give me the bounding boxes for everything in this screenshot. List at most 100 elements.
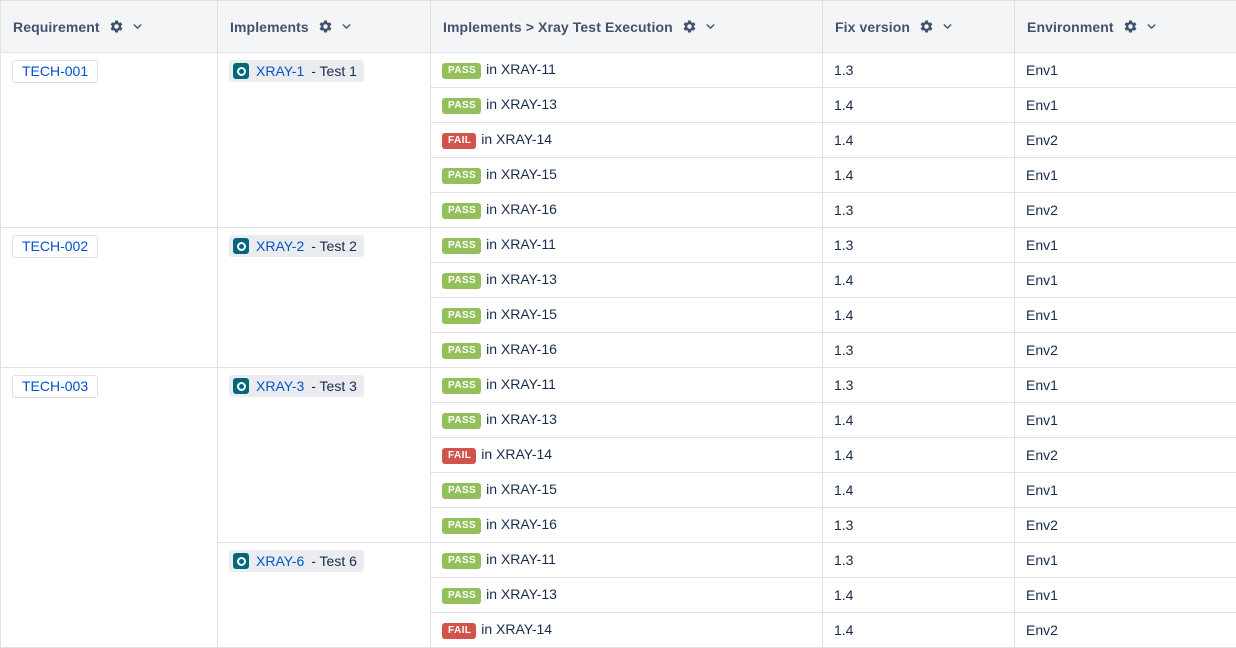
- column-label: Implements > Xray Test Execution: [443, 19, 673, 35]
- status-badge: FAIL: [442, 623, 476, 639]
- fix-version-cell: 1.3: [823, 543, 1015, 578]
- environment-cell: Env2: [1015, 123, 1236, 158]
- column-label: Implements: [230, 19, 309, 35]
- requirement-cell: TECH-001: [1, 53, 218, 228]
- test-name: - Test 3: [311, 378, 357, 394]
- environment-cell: Env1: [1015, 88, 1236, 123]
- fix-version-cell: 1.4: [823, 403, 1015, 438]
- execution-label: in XRAY-15: [486, 166, 557, 182]
- fix-version-cell: 1.4: [823, 158, 1015, 193]
- environment-cell: Env2: [1015, 193, 1236, 228]
- fix-version-cell: 1.3: [823, 53, 1015, 88]
- implements-cell: XRAY-3 - Test 3: [218, 368, 431, 543]
- test-name: - Test 1: [311, 63, 357, 79]
- test-execution-cell: PASSin XRAY-16: [431, 508, 823, 543]
- chevron-down-icon[interactable]: [943, 20, 954, 33]
- test-execution-cell: PASS in XRAY-13: [431, 578, 823, 613]
- column-label: Environment: [1027, 19, 1114, 35]
- fix-version-cell: 1.3: [823, 228, 1015, 263]
- implements-cell: XRAY-2 - Test 2: [218, 228, 431, 368]
- column-label: Fix version: [835, 19, 910, 35]
- requirement-key-link[interactable]: TECH-001: [12, 60, 98, 83]
- execution-label: in XRAY-13: [486, 271, 557, 287]
- status-badge: PASS: [442, 378, 481, 394]
- status-badge: PASS: [442, 518, 481, 534]
- test-execution-cell: PASSin XRAY-16: [431, 193, 823, 228]
- table-row: TECH-002XRAY-2 - Test 2PASSin XRAY-111.3…: [1, 228, 1236, 263]
- test-key-link[interactable]: XRAY-6: [256, 553, 304, 569]
- environment-cell: Env1: [1015, 158, 1236, 193]
- fix-version-cell: 1.4: [823, 473, 1015, 508]
- fix-version-cell: 1.3: [823, 333, 1015, 368]
- test-execution-cell: FAILin XRAY-14: [431, 438, 823, 473]
- status-badge: PASS: [442, 553, 481, 569]
- execution-label: in XRAY-11: [486, 376, 556, 392]
- status-badge: PASS: [442, 588, 481, 604]
- xray-test-icon: [233, 378, 249, 394]
- column-header-environment: Environment: [1015, 1, 1236, 53]
- requirement-cell: TECH-003: [1, 368, 218, 648]
- requirement-key-link[interactable]: TECH-002: [12, 235, 98, 258]
- table-row: TECH-001 XRAY-1 - Test 1 PASS in XRAY-11 1.3…: [1, 53, 1236, 88]
- environment-cell: Env1: [1015, 298, 1236, 333]
- environment-cell: Env1: [1015, 403, 1236, 438]
- environment-cell: Env1: [1015, 578, 1236, 613]
- column-label: Requirement: [13, 19, 100, 35]
- execution-label: in XRAY-15: [486, 306, 557, 322]
- gear-icon[interactable]: [318, 19, 333, 34]
- test-key-link[interactable]: XRAY-1: [256, 63, 304, 79]
- test-execution-cell: PASSin XRAY-13: [431, 403, 823, 438]
- test-execution-cell: PASSin XRAY-11: [431, 543, 823, 578]
- fix-version-cell: 1.3: [823, 193, 1015, 228]
- test-execution-cell: PASSin XRAY-15: [431, 158, 823, 193]
- test-execution-cell: PASS in XRAY-11: [431, 53, 823, 88]
- xray-test-icon: [233, 238, 249, 254]
- test-execution-cell: FAILin XRAY-14: [431, 123, 823, 158]
- environment-cell: Env2: [1015, 438, 1236, 473]
- xray-test-icon-ring: [237, 557, 246, 566]
- execution-label: in XRAY-14: [481, 621, 552, 637]
- status-badge: PASS: [442, 413, 481, 429]
- column-header-requirement: Requirement: [1, 1, 218, 53]
- environment-cell: Env2: [1015, 508, 1236, 543]
- chevron-down-icon[interactable]: [133, 20, 144, 33]
- execution-label: in XRAY-16: [486, 341, 557, 357]
- status-badge: PASS: [442, 203, 481, 219]
- test-execution-cell: PASSin XRAY-16: [431, 333, 823, 368]
- test-execution-cell: PASSin XRAY-11: [431, 228, 823, 263]
- environment-cell: Env1: [1015, 228, 1236, 263]
- fix-version-cell: 1.4: [823, 613, 1015, 648]
- test-key-link[interactable]: XRAY-2: [256, 238, 304, 254]
- test-chip: XRAY-6 - Test 6: [229, 550, 364, 572]
- xray-test-icon: [233, 63, 249, 79]
- column-header-test-execution: Implements > Xray Test Execution: [431, 1, 823, 53]
- chevron-down-icon[interactable]: [706, 20, 717, 33]
- traceability-table: Requirement Implements: [0, 0, 1236, 648]
- fix-version-cell: 1.4: [823, 298, 1015, 333]
- environment-cell: Env1: [1015, 543, 1236, 578]
- chevron-down-icon[interactable]: [1147, 20, 1158, 33]
- test-execution-cell: PASS in XRAY-11: [431, 368, 823, 403]
- gear-icon[interactable]: [1123, 19, 1138, 34]
- chevron-down-icon[interactable]: [342, 20, 353, 33]
- execution-label: in XRAY-13: [486, 586, 557, 602]
- execution-label: in XRAY-11: [486, 61, 556, 77]
- test-execution-cell: FAIL in XRAY-14: [431, 613, 823, 648]
- gear-icon[interactable]: [919, 19, 934, 34]
- fix-version-cell: 1.4: [823, 438, 1015, 473]
- execution-label: in XRAY-15: [486, 481, 557, 497]
- xray-test-icon: [233, 553, 249, 569]
- requirement-key-link[interactable]: TECH-003: [12, 375, 98, 398]
- table-row: TECH-003XRAY-3 - Test 3PASSin XRAY-111.3…: [1, 368, 1236, 403]
- test-name: - Test 6: [311, 553, 357, 569]
- implements-cell: XRAY-1 - Test 1: [218, 53, 431, 228]
- fix-version-cell: 1.3: [823, 508, 1015, 543]
- fix-version-cell: 1.4: [823, 123, 1015, 158]
- status-badge: PASS: [442, 98, 481, 114]
- status-badge: FAIL: [442, 448, 476, 464]
- gear-icon[interactable]: [109, 19, 124, 34]
- gear-icon[interactable]: [682, 19, 697, 34]
- status-badge: PASS: [442, 63, 481, 79]
- execution-label: in XRAY-13: [486, 96, 557, 112]
- test-key-link[interactable]: XRAY-3: [256, 378, 304, 394]
